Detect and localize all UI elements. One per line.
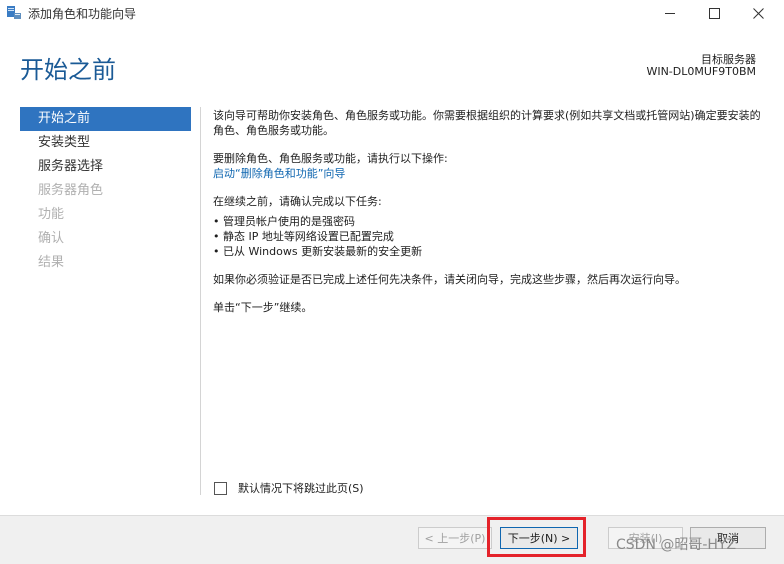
remove-heading: 要删除角色、角色服务或功能，请执行以下操作: — [213, 152, 448, 165]
nav-item-installation-type[interactable]: 安装类型 — [20, 131, 191, 155]
next-note: 单击“下一步”继续。 — [213, 301, 313, 314]
next-button-highlight — [487, 517, 586, 557]
maximize-button[interactable] — [692, 0, 736, 26]
bullet-text: 静态 IP 地址等网络设置已配置完成 — [223, 230, 394, 243]
minimize-button[interactable] — [648, 0, 692, 26]
nav-item-before-you-begin[interactable]: 开始之前 — [20, 107, 191, 131]
skip-page-label: 默认情况下将跳过此页(S) — [238, 482, 364, 495]
bullet-text: 管理员帐户使用的是强密码 — [223, 215, 355, 228]
verify-note: 如果你必须验证是否已完成上述任何先决条件，请关闭向导，完成这些步骤，然后再次运行… — [213, 273, 686, 286]
nav-divider — [200, 107, 201, 495]
watermark: CSDN @昭哥-HYZ — [616, 537, 737, 553]
wizard-nav: 开始之前 安装类型 服务器选择 服务器角色 功能 确认 结果 — [20, 107, 191, 275]
title-bar: 添加角色和功能向导 — [0, 0, 784, 26]
nav-item-server-roles: 服务器角色 — [38, 183, 104, 198]
target-server-name: WIN-DL0MUF9T0BM — [646, 65, 756, 78]
maximize-icon — [708, 7, 720, 19]
list-item: • 已从 Windows 更新安装最新的安全更新 — [213, 245, 423, 258]
list-item: • 管理员帐户使用的是强密码 — [213, 215, 355, 228]
nav-item-features: 功能 — [38, 207, 65, 222]
skip-page-checkbox[interactable] — [214, 481, 227, 495]
close-icon — [752, 7, 764, 19]
skip-page-option[interactable]: 默认情况下将跳过此页(S) — [214, 480, 364, 496]
server-manager-icon — [7, 6, 21, 19]
nav-item-server-selection[interactable]: 服务器选择 — [20, 155, 191, 179]
window-title: 添加角色和功能向导 — [28, 7, 137, 21]
close-button[interactable] — [736, 0, 780, 26]
bullet-text: 已从 Windows 更新安装最新的安全更新 — [223, 245, 423, 258]
list-item: • 静态 IP 地址等网络设置已配置完成 — [213, 230, 394, 243]
nav-item-confirmation: 确认 — [38, 231, 65, 246]
minimize-icon — [665, 12, 675, 14]
tasks-heading: 在继续之前，请确认完成以下任务: — [213, 195, 382, 208]
page-title: 开始之前 — [20, 56, 116, 84]
remove-roles-link[interactable]: 启动“删除角色和功能”向导 — [213, 166, 765, 181]
content-panel: 该向导可帮助你安装角色、角色服务或功能。你需要根据组织的计算要求(例如共享文档或… — [213, 108, 765, 315]
intro-text: 该向导可帮助你安装角色、角色服务或功能。你需要根据组织的计算要求(例如共享文档或… — [213, 109, 761, 137]
nav-item-results: 结果 — [38, 255, 65, 270]
previous-button: < 上一步(P) — [418, 527, 492, 549]
